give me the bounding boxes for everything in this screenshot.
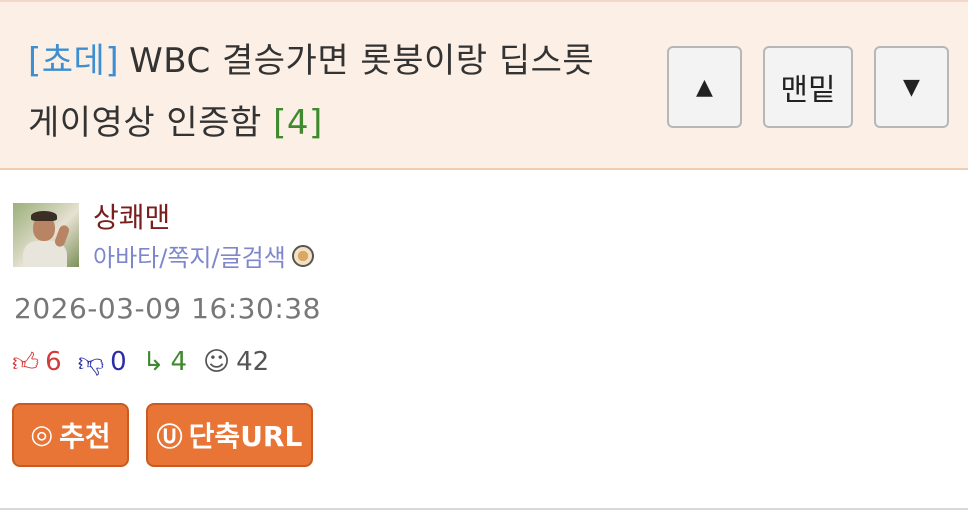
category-tag[interactable]: [쵸데] xyxy=(28,41,119,81)
post-stats: 👍︎ 6 👎︎ 0 ↳ 4 ☺ 42 xyxy=(12,344,285,380)
author-links-text[interactable]: 아바타/쪽지/글검색 xyxy=(93,238,286,273)
views-icon: ☺ xyxy=(203,347,231,377)
post-header: [쵸데] WBC 결승가면 롯붕이랑 딥스릇 게이영상 인증함 [4] ▲ 맨밑 … xyxy=(0,0,968,170)
scroll-down-button[interactable]: ▼ xyxy=(874,46,949,128)
down-arrow-icon: ▼ xyxy=(903,74,920,100)
go-to-bottom-button[interactable]: 맨밑 xyxy=(763,46,853,128)
short-url-label: 단축URL xyxy=(188,420,303,453)
short-url-button[interactable]: Ⓤ 단축URL xyxy=(146,403,313,467)
recommend-button[interactable]: ◎ 추천 xyxy=(12,403,129,467)
link-icon: Ⓤ xyxy=(156,422,183,453)
avatar[interactable] xyxy=(13,203,79,267)
downvote-count: 0 xyxy=(110,347,127,377)
views-count: 42 xyxy=(236,347,270,377)
comment-count[interactable]: [4] xyxy=(273,103,323,143)
scroll-up-button[interactable]: ▲ xyxy=(667,46,742,128)
author-links: 아바타/쪽지/글검색 xyxy=(93,238,314,273)
level-badge-icon xyxy=(291,244,314,267)
author-name[interactable]: 상쾌맨 xyxy=(93,196,170,236)
post-timestamp: 2026-03-09 16:30:38 xyxy=(14,292,321,325)
upvote-count: 6 xyxy=(45,347,62,377)
thumbs-down-icon: 👎︎ xyxy=(77,347,105,378)
recommend-label: 추천 xyxy=(59,420,111,453)
post-title: [쵸데] WBC 결승가면 롯붕이랑 딥스릇 게이영상 인증함 [4] xyxy=(28,30,628,154)
target-icon: ◎ xyxy=(30,420,54,450)
up-arrow-icon: ▲ xyxy=(696,74,713,100)
downvote-stat: 👎︎ 0 xyxy=(78,347,127,378)
comment-stat: ↳ 4 xyxy=(143,347,187,377)
divider xyxy=(0,508,968,510)
views-stat: ☺ 42 xyxy=(203,347,269,377)
comment-icon: ↳ xyxy=(142,347,165,377)
upvote-stat: 👍︎ 6 xyxy=(12,347,62,378)
comment-stat-count: 4 xyxy=(170,347,187,377)
thumbs-up-icon: 👍︎ xyxy=(12,347,40,378)
